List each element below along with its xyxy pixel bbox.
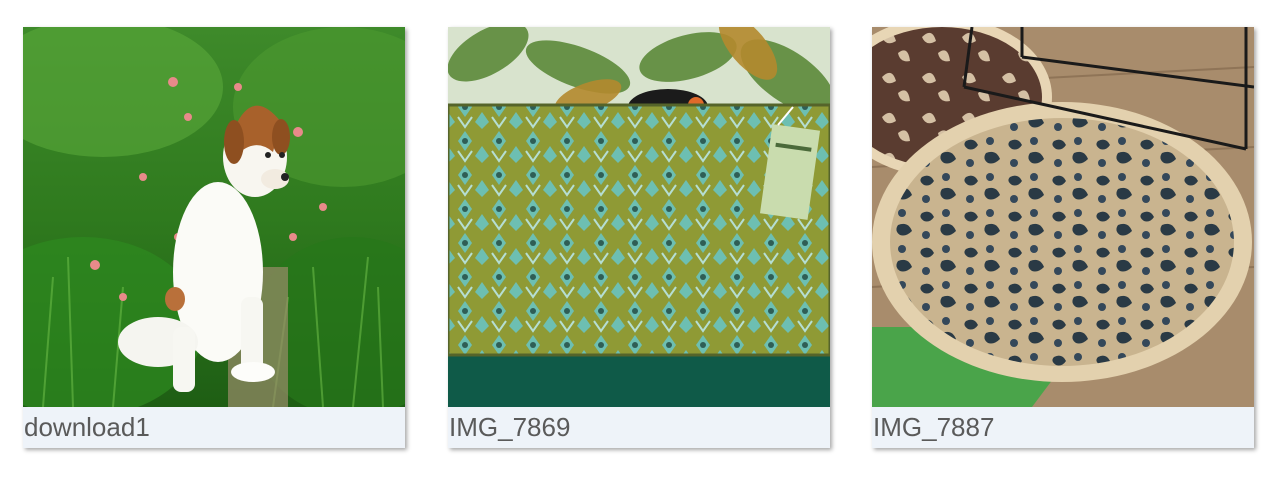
- item-name[interactable]: IMG_7869: [448, 407, 830, 448]
- image-gallery: download1 IMG_7869 IMG_7887: [0, 0, 1285, 486]
- thumbnail-cushion[interactable]: [448, 27, 830, 407]
- item-name[interactable]: IMG_7887: [872, 407, 1254, 448]
- item-name[interactable]: download1: [23, 407, 405, 448]
- rug-image: [872, 27, 1254, 407]
- thumbnail-puppy[interactable]: [23, 27, 405, 407]
- gallery-item-img-7887[interactable]: IMG_7887: [872, 27, 1254, 448]
- puppy-image: [23, 27, 405, 407]
- gallery-item-download1[interactable]: download1: [23, 27, 405, 448]
- cushion-image: [448, 27, 830, 407]
- gallery-item-img-7869[interactable]: IMG_7869: [448, 27, 830, 448]
- thumbnail-rug[interactable]: [872, 27, 1254, 407]
